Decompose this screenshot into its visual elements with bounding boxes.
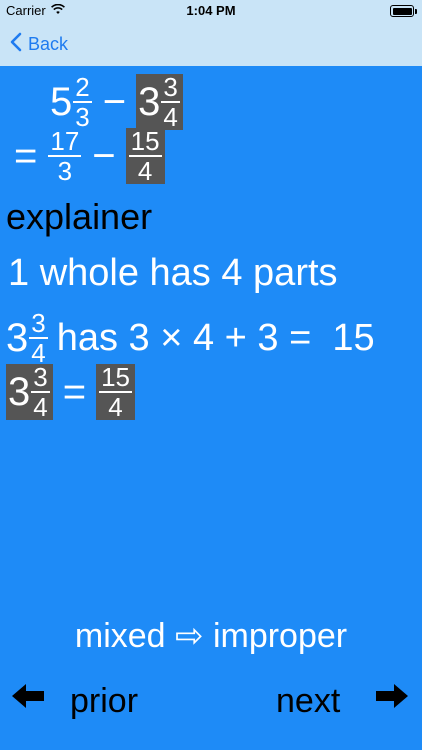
- explainer-line-2-text: has 3 × 4 + 3 = 15: [56, 317, 375, 359]
- fraction: 3 4: [161, 72, 180, 132]
- prior-button[interactable]: prior: [70, 682, 138, 721]
- mixed-number-2-highlighted[interactable]: 3 3 4: [136, 74, 183, 130]
- fraction: 15 4: [128, 126, 162, 186]
- denominator: 4: [163, 102, 178, 132]
- numerator: 15: [101, 362, 130, 392]
- fraction: 3 4: [31, 362, 50, 422]
- numerator: 17: [50, 126, 80, 156]
- chevron-left-icon: [10, 32, 22, 57]
- fraction: 3 4: [29, 308, 48, 366]
- improper-expression: = 17 3 − 15 4: [14, 128, 165, 184]
- mixed-number: 3 3 4: [6, 310, 49, 366]
- explainer-line-1: 1 whole has 4 parts: [8, 252, 338, 294]
- numerator: 3: [163, 72, 178, 102]
- back-label: Back: [28, 34, 69, 54]
- mixed-number-highlighted: 3 3 4: [6, 364, 53, 420]
- fraction: 15 4: [99, 364, 132, 420]
- numerator: 3: [33, 362, 48, 392]
- status-time: 1:04 PM: [186, 3, 236, 18]
- whole-part: 3: [6, 316, 29, 360]
- numerator: 3: [31, 308, 46, 338]
- back-button[interactable]: Back: [10, 32, 68, 57]
- denominator: 3: [57, 156, 73, 186]
- improper-fraction-2-highlighted[interactable]: 15 4: [125, 126, 165, 186]
- numerator: 15: [130, 126, 160, 156]
- topic-title: mixed ⇨ improper: [74, 617, 348, 655]
- improper-fraction-1: 17 3: [48, 126, 82, 186]
- lesson-content: 5 2 3 − 3 3 4 = 17 3 − 15 4 explainer 1 …: [0, 66, 422, 750]
- minus-operator: −: [102, 80, 127, 124]
- explainer-line-3: 3 3 4 = 15 4: [6, 364, 135, 420]
- minus-operator: −: [92, 134, 116, 178]
- navigation-bar: Back: [0, 22, 422, 66]
- next-button[interactable]: next: [276, 682, 340, 721]
- mixed-number-1: 5 2 3: [50, 74, 93, 130]
- battery-icon: [390, 5, 417, 17]
- improper-fraction-highlighted: 15 4: [96, 364, 135, 420]
- equals-sign: =: [14, 134, 38, 178]
- explainer-line-2: 3 3 4 has 3 × 4 + 3 = 15: [6, 310, 375, 366]
- denominator: 4: [33, 392, 48, 422]
- next-arrow-icon[interactable]: [374, 680, 410, 719]
- numerator: 2: [75, 72, 90, 102]
- denominator: 4: [108, 392, 123, 422]
- denominator: 4: [137, 156, 153, 186]
- whole-part: 5: [50, 80, 73, 124]
- whole-part: 3: [138, 80, 161, 124]
- whole-part: 3: [8, 370, 31, 414]
- prior-arrow-icon[interactable]: [10, 680, 46, 719]
- fraction: 2 3: [73, 72, 92, 130]
- explainer-heading: explainer: [6, 196, 153, 237]
- equals-sign: =: [62, 370, 87, 414]
- status-bar: Carrier 1:04 PM: [0, 0, 422, 22]
- problem-expression: 5 2 3 − 3 3 4: [50, 74, 183, 130]
